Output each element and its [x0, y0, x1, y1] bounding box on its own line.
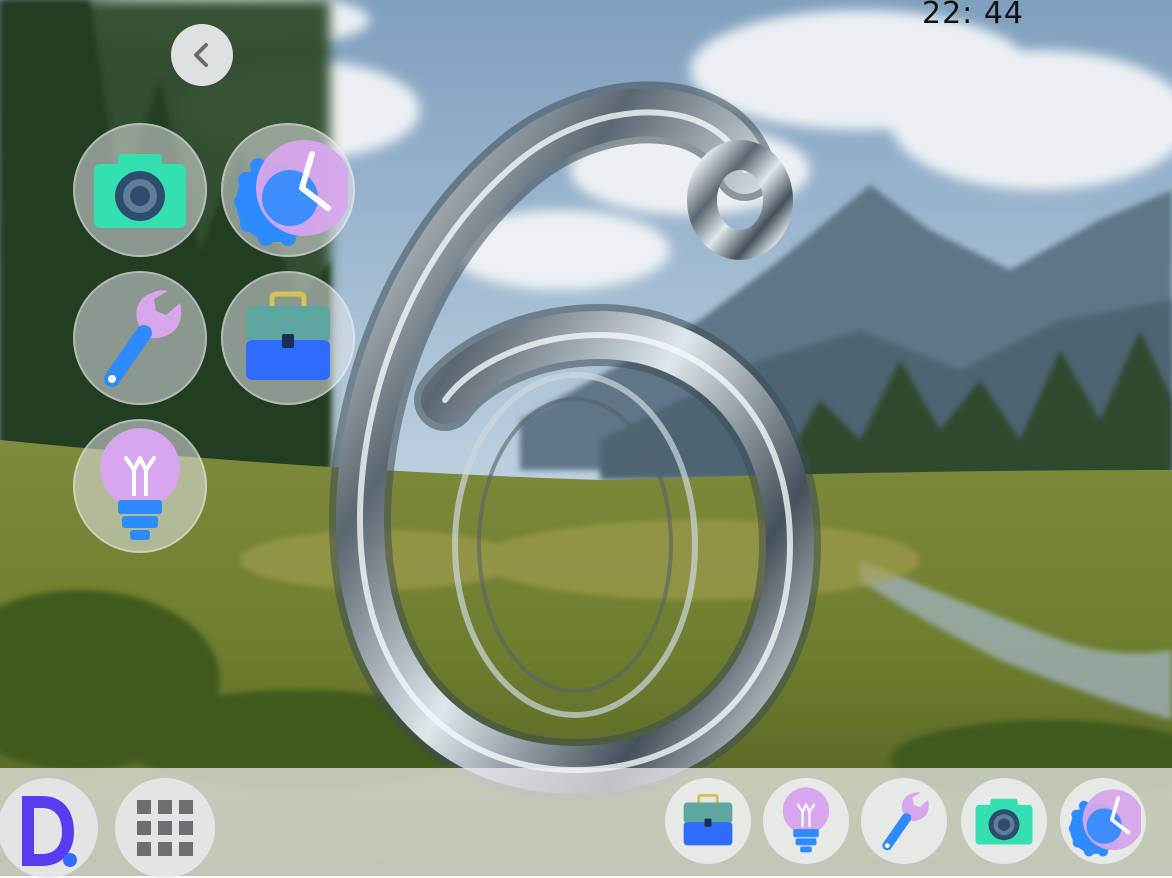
- dock-camera-button[interactable]: [961, 778, 1047, 864]
- toolbox-app-button[interactable]: [221, 271, 355, 405]
- app-grid-button[interactable]: [115, 778, 215, 878]
- back-button[interactable]: [171, 24, 233, 86]
- status-clock: 22: 44: [922, 0, 1024, 31]
- lightbulb-icon: [782, 787, 830, 853]
- tools-app-button[interactable]: [73, 271, 207, 405]
- clock-icon: [234, 140, 348, 246]
- camera-icon: [94, 154, 186, 228]
- dock-clock-button[interactable]: [1060, 778, 1146, 864]
- toolbox-icon: [246, 291, 330, 380]
- dock-toolbox-button[interactable]: [665, 778, 751, 864]
- clock-icon: [1068, 789, 1141, 857]
- dock-lightbulb-button[interactable]: [763, 778, 849, 864]
- dock-tools-button[interactable]: [861, 778, 947, 864]
- camera-icon: [975, 798, 1033, 845]
- toolbox-icon: [683, 794, 733, 846]
- lightbulb-icon: [100, 428, 180, 540]
- app-grid-icon: [137, 800, 193, 856]
- chevron-left-icon: [194, 43, 208, 67]
- clock-app-button[interactable]: [221, 123, 355, 257]
- wrench-icon: [104, 290, 182, 387]
- brand-logo-icon: [22, 796, 77, 867]
- launcher-logo-button[interactable]: [0, 778, 98, 878]
- wrench-icon: [882, 792, 929, 851]
- lightbulb-app-button[interactable]: [73, 419, 207, 553]
- camera-app-button[interactable]: [73, 123, 207, 257]
